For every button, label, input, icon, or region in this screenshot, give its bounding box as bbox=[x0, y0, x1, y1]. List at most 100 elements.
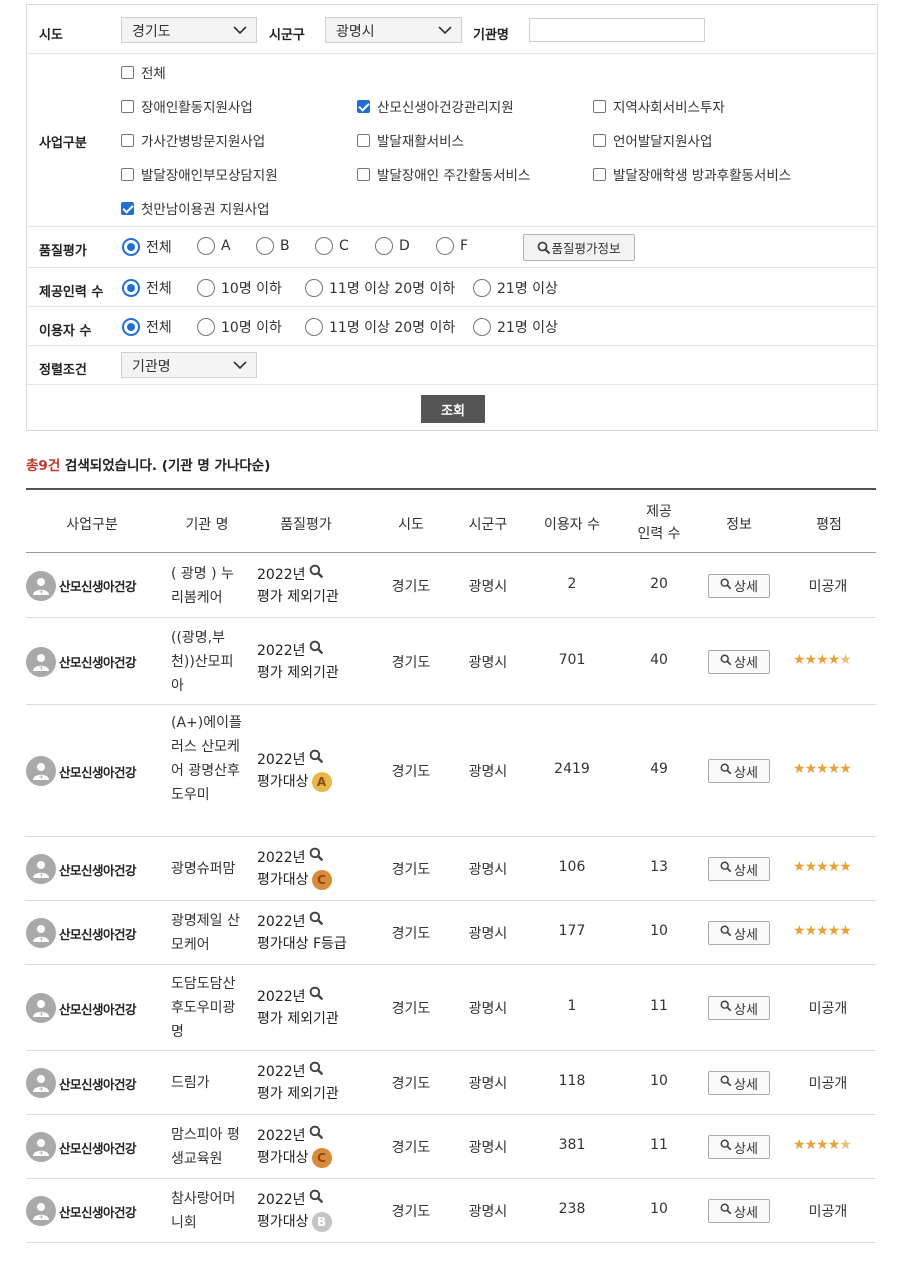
svg-text:+: + bbox=[39, 1150, 44, 1157]
staff-radio[interactable]: 전체 bbox=[122, 278, 172, 298]
org-name[interactable]: 드림가 bbox=[171, 1071, 243, 1095]
business-type-checkbox[interactable]: 언어발달지원사업 bbox=[593, 130, 712, 150]
quality-status: 평가대상 bbox=[257, 1150, 309, 1166]
table-row: + 산모신생아건강 (A+)에이플러스 산모케어 광명산후도우미 2022년 평가대상 A… bbox=[26, 705, 876, 837]
users-radio[interactable]: 11명 이상 20명 이하 bbox=[305, 317, 455, 337]
quality-status: 평가대상 bbox=[257, 1214, 309, 1230]
staff-radio[interactable]: 11명 이상 20명 이하 bbox=[305, 278, 455, 298]
sort-row: 정렬조건 기관명 bbox=[27, 346, 877, 385]
category-cell: + 산모신생아건강 bbox=[26, 646, 137, 677]
radio-label: 11명 이상 20명 이하 bbox=[329, 281, 456, 297]
search-icon[interactable] bbox=[309, 564, 324, 586]
detail-button[interactable]: 상세 bbox=[708, 1071, 770, 1095]
business-type-checkbox[interactable]: 발달장애인부모상담지원 bbox=[121, 164, 278, 184]
radio-label: 10명 이하 bbox=[221, 281, 282, 297]
users-cell: 177 bbox=[558, 923, 586, 939]
category-text: 산모신생아건강 bbox=[59, 1001, 137, 1017]
org-name[interactable]: 참사랑어머니회 bbox=[171, 1187, 243, 1235]
quality-cell: 2022년 평가 제외기관 bbox=[257, 986, 367, 1030]
detail-button[interactable]: 상세 bbox=[708, 649, 770, 674]
business-type-checkbox[interactable]: 지역사회서비스투자 bbox=[593, 96, 725, 116]
detail-button[interactable]: 상세 bbox=[708, 1135, 770, 1159]
search-button[interactable]: 조회 bbox=[421, 395, 485, 423]
search-icon[interactable] bbox=[309, 640, 324, 662]
search-icon[interactable] bbox=[309, 847, 324, 869]
staff-cell: 20 bbox=[650, 575, 668, 592]
quality-year: 2022년 bbox=[257, 989, 306, 1005]
checkbox-box bbox=[357, 167, 370, 181]
detail-button[interactable]: 상세 bbox=[708, 857, 770, 881]
staff-cell: 10 bbox=[650, 923, 668, 939]
quality-row: 품질평가 전체 A B C D F bbox=[27, 227, 877, 268]
org-name-input[interactable] bbox=[529, 18, 705, 42]
quality-info-button[interactable]: 품질평가정보 bbox=[523, 234, 635, 261]
org-name[interactable]: ((광명,부천))산모피아 bbox=[171, 626, 243, 698]
sido-cell: 경기도 bbox=[391, 1001, 431, 1017]
star-icon: ★ bbox=[804, 761, 818, 777]
table-row: + 산모신생아건강 광명제일 산모케어 2022년 평가대상 F등급 경기도 광명시 177 1… bbox=[26, 901, 876, 965]
detail-button[interactable]: 상세 bbox=[708, 996, 770, 1020]
business-type-checkbox[interactable]: 산모신생아건강관리지원 bbox=[357, 96, 514, 116]
org-name[interactable]: (A+)에이플러스 산모케어 광명산후도우미 bbox=[171, 711, 243, 807]
org-name[interactable]: 맘스피아 평생교육원 bbox=[171, 1123, 243, 1171]
search-icon[interactable] bbox=[309, 749, 324, 771]
radio-label: 11명 이상 20명 이하 bbox=[329, 320, 456, 336]
users-radio[interactable]: 전체 bbox=[122, 317, 172, 337]
detail-button[interactable]: 상세 bbox=[708, 573, 770, 598]
checkbox-label: 발달장애인부모상담지원 bbox=[141, 168, 278, 184]
org-name[interactable]: 광명슈퍼맘 bbox=[171, 857, 243, 881]
staff-count-row: 제공인력 수 전체 10명 이하 11명 이상 20명 이하 21명 이상 bbox=[27, 268, 877, 307]
chevron-down-icon bbox=[233, 361, 247, 370]
table-row: + 산모신생아건강 광명슈퍼맘 2022년 평가대상 C 경기도 광명시 106 13 상세 ★★★★… bbox=[26, 837, 876, 901]
search-icon[interactable] bbox=[309, 986, 324, 1008]
detail-button[interactable]: 상세 bbox=[708, 921, 770, 945]
quality-radio[interactable]: C bbox=[315, 237, 349, 255]
business-type-checkbox[interactable]: 전체 bbox=[121, 62, 166, 82]
search-icon[interactable] bbox=[309, 1189, 324, 1211]
search-icon[interactable] bbox=[309, 1125, 324, 1147]
users-label: 이용자 수 bbox=[39, 324, 92, 339]
detail-button[interactable]: 상세 bbox=[708, 759, 770, 783]
star-icon: ★ bbox=[804, 651, 818, 668]
radio-circle bbox=[473, 318, 491, 336]
table-header: 사업구분 기관 명 품질평가 시도 시군구 이용자 수 제공 인력 수 정보 평… bbox=[26, 488, 876, 553]
sigungu-select[interactable]: 광명시 bbox=[325, 17, 462, 43]
detail-label: 상세 bbox=[734, 580, 758, 595]
sort-value: 기관명 bbox=[132, 359, 171, 375]
quality-radio[interactable]: D bbox=[375, 237, 410, 255]
business-type-checkbox[interactable]: 발달장애학생 방과후활동서비스 bbox=[593, 164, 791, 184]
business-type-checkbox[interactable]: 발달장애인 주간활동서비스 bbox=[357, 164, 530, 184]
region-row: 시도 경기도 시군구 광명시 기관명 bbox=[27, 5, 877, 54]
business-type-checkbox[interactable]: 가사간병방문지원사업 bbox=[121, 130, 265, 150]
detail-button[interactable]: 상세 bbox=[708, 1199, 770, 1223]
checkbox-label: 지역사회서비스투자 bbox=[613, 100, 725, 116]
org-name[interactable]: 광명제일 산모케어 bbox=[171, 909, 243, 957]
business-type-checkbox[interactable]: 장애인활동지원사업 bbox=[121, 96, 253, 116]
sort-select[interactable]: 기관명 bbox=[121, 352, 257, 378]
radio-circle bbox=[305, 318, 323, 336]
org-name[interactable]: 도담도담산후도우미광명 bbox=[171, 972, 243, 1044]
sido-select[interactable]: 경기도 bbox=[121, 17, 257, 43]
staff-radio[interactable]: 21명 이상 bbox=[473, 278, 558, 298]
staff-radio[interactable]: 10명 이하 bbox=[197, 278, 282, 298]
star-icon: ★ bbox=[793, 923, 806, 939]
users-radio[interactable]: 21명 이상 bbox=[473, 317, 558, 337]
org-name[interactable]: ( 광명 ) 누리봄케어 bbox=[171, 562, 243, 610]
business-type-checkbox[interactable]: 발달재활서비스 bbox=[357, 130, 464, 150]
search-icon[interactable] bbox=[309, 911, 324, 933]
quality-radio[interactable]: A bbox=[197, 237, 231, 255]
quality-radio[interactable]: F bbox=[436, 237, 468, 255]
quality-cell: 2022년 평가대상 F등급 bbox=[257, 911, 367, 955]
header-quality: 품질평가 bbox=[280, 517, 332, 533]
star-icon: ★ bbox=[816, 923, 829, 939]
quality-radio[interactable]: 전체 bbox=[122, 237, 172, 257]
checkbox-box bbox=[593, 167, 606, 181]
quality-radio[interactable]: B bbox=[256, 237, 290, 255]
business-type-checkbox[interactable]: 첫만남이용권 지원사업 bbox=[121, 198, 270, 218]
search-icon[interactable] bbox=[309, 1061, 324, 1083]
users-radio[interactable]: 10명 이하 bbox=[197, 317, 282, 337]
svg-text:+: + bbox=[39, 1214, 44, 1221]
checkbox-box bbox=[357, 133, 370, 147]
checkbox-label: 가사간병방문지원사업 bbox=[141, 134, 266, 150]
star-icon: ★ bbox=[827, 651, 841, 668]
